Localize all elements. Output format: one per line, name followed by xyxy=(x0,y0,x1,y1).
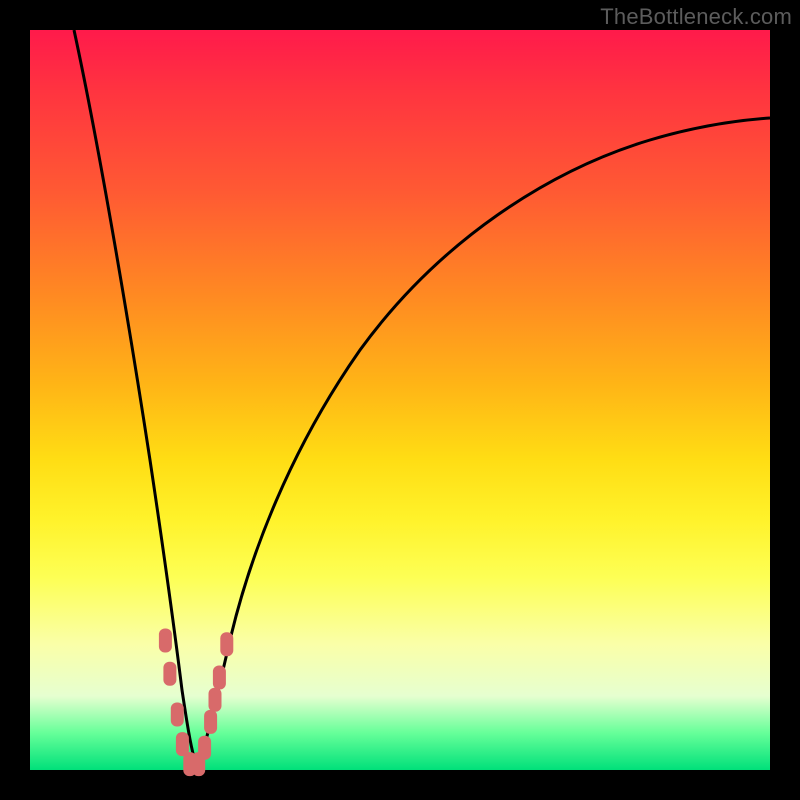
chart-frame: TheBottleneck.com xyxy=(0,0,800,800)
data-marker xyxy=(171,703,184,727)
data-marker xyxy=(209,688,222,712)
data-marker xyxy=(159,629,172,653)
marker-group xyxy=(159,629,233,777)
chart-svg xyxy=(30,30,770,770)
data-marker xyxy=(220,632,233,656)
right-curve xyxy=(198,118,770,770)
plot-area xyxy=(30,30,770,770)
data-marker xyxy=(213,666,226,690)
data-marker xyxy=(198,736,211,760)
data-marker xyxy=(204,710,217,734)
watermark-text: TheBottleneck.com xyxy=(600,4,792,30)
left-curve xyxy=(74,30,198,770)
data-marker xyxy=(163,662,176,686)
data-marker xyxy=(176,732,189,756)
